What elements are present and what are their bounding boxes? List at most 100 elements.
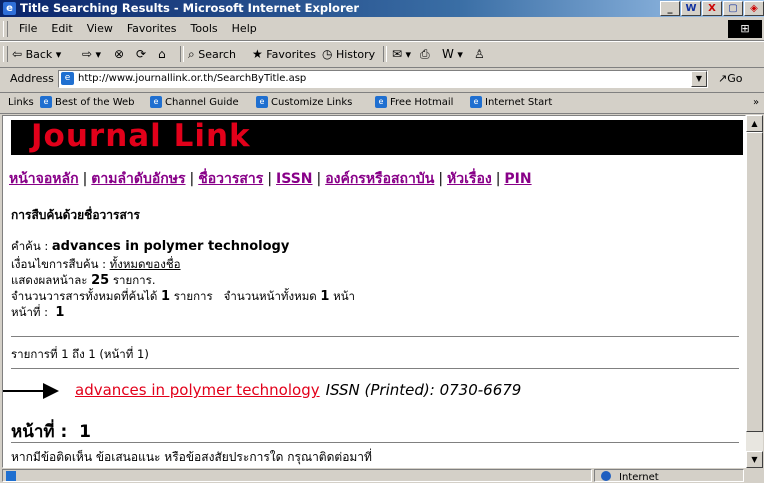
forward-button[interactable]: ⇨ ▾ bbox=[82, 45, 101, 63]
favorites-button[interactable]: ★ Favorites bbox=[252, 45, 316, 63]
title-bar: e Title Searching Results - Microsoft In… bbox=[0, 0, 764, 17]
nav-subject[interactable]: หัวเรื่อง bbox=[447, 171, 492, 187]
refresh-icon: ⟳ bbox=[136, 47, 147, 61]
minimize-button[interactable]: _ bbox=[660, 1, 680, 16]
home-icon: ⌂ bbox=[158, 47, 166, 61]
perpage-value: 25 bbox=[91, 273, 110, 288]
pageno-value: 1 bbox=[55, 305, 65, 320]
ie-app-icon: e bbox=[3, 2, 16, 15]
go-arrow-icon: ↗ bbox=[718, 72, 728, 85]
link-free-hotmail[interactable]: e Free Hotmail bbox=[375, 93, 453, 113]
menu-edit[interactable]: Edit bbox=[51, 18, 72, 40]
link-icon: e bbox=[150, 96, 162, 108]
toolbar-grip[interactable] bbox=[3, 46, 8, 62]
print-button[interactable]: ⎙ bbox=[420, 45, 430, 63]
vertical-scrollbar[interactable]: ▲ ▼ bbox=[746, 115, 763, 468]
back-label: Back bbox=[25, 48, 53, 61]
menu-grip[interactable] bbox=[3, 21, 8, 37]
banner-title: Journal Link bbox=[31, 118, 251, 154]
back-arrow-icon: ⇦ bbox=[12, 47, 23, 61]
divider bbox=[11, 336, 739, 338]
link-icon: e bbox=[470, 96, 482, 108]
messenger-icon: ♙ bbox=[474, 47, 485, 61]
menu-view[interactable]: View bbox=[87, 18, 113, 40]
messenger-button[interactable]: ♙ bbox=[474, 45, 485, 63]
security-zone: Internet bbox=[594, 469, 744, 483]
links-bar: Links e Best of the Web e Channel Guide eC… bbox=[0, 93, 764, 114]
page-icon: e bbox=[61, 72, 74, 85]
link-internet-start[interactable]: e Internet Start bbox=[470, 93, 552, 113]
home-button[interactable]: ⌂ bbox=[158, 45, 166, 63]
site-nav: หน้าจอหลัก | ตามลำดับอักษร | ชื่อวารสาร | ISSN… bbox=[9, 171, 532, 187]
pointer-arrow-icon bbox=[43, 383, 59, 399]
nav-alphabetical[interactable]: ตามลำดับอักษร bbox=[91, 171, 185, 187]
title-buttons: _ W X ▢ ◈ bbox=[660, 1, 764, 16]
divider bbox=[11, 368, 739, 370]
menu-help[interactable]: Help bbox=[232, 18, 257, 40]
address-url[interactable]: http://www.journallink.or.th/SearchByTit… bbox=[78, 73, 306, 84]
menu-tools[interactable]: Tools bbox=[191, 18, 218, 40]
address-input[interactable]: e http://www.journallink.or.th/SearchByTi… bbox=[58, 70, 708, 88]
result-item: advances in polymer technology ISSN (Prin… bbox=[75, 381, 521, 399]
windows-logo-icon: ⊞ bbox=[728, 20, 762, 38]
nav-home[interactable]: หน้าจอหลัก bbox=[9, 171, 79, 187]
search-label: Search bbox=[198, 48, 237, 61]
result-title-link[interactable]: advances in polymer technology bbox=[75, 381, 320, 399]
mail-icon: ✉ bbox=[392, 47, 403, 61]
links-label[interactable]: Links bbox=[8, 93, 34, 113]
word-button[interactable]: W bbox=[681, 1, 701, 16]
refresh-button[interactable]: ⟳ bbox=[136, 45, 146, 63]
search-button[interactable]: ⌕ Search bbox=[188, 45, 236, 63]
scroll-thumb[interactable] bbox=[746, 132, 763, 432]
mail-button[interactable]: ✉ ▾ bbox=[392, 45, 411, 63]
scroll-down-icon[interactable]: ▼ bbox=[746, 451, 763, 468]
link-label: Best of the Web bbox=[55, 97, 135, 108]
result-issn: ISSN (Printed): 0730-6679 bbox=[325, 381, 522, 399]
search-heading: การสืบค้นด้วยชื่อวารสาร bbox=[11, 208, 140, 222]
link-label: Channel Guide bbox=[165, 97, 239, 108]
maximize-button[interactable]: ▢ bbox=[723, 1, 743, 16]
excel-close-button[interactable]: X bbox=[702, 1, 722, 16]
perpage-label: แสดงผลหน้าละ bbox=[11, 273, 92, 287]
favorites-icon: ★ bbox=[252, 47, 263, 61]
edit-button[interactable]: W ▾ bbox=[442, 45, 463, 63]
page-number: หน้าที่ : 1 bbox=[11, 418, 91, 445]
page-content: Journal Link หน้าจอหลัก | ตามลำดับอักษร | ชื… bbox=[2, 115, 746, 468]
app-tray-button[interactable]: ◈ bbox=[744, 1, 764, 16]
status-text bbox=[2, 469, 592, 482]
total-value: 1 bbox=[161, 289, 171, 304]
link-best-of-web[interactable]: e Best of the Web bbox=[40, 93, 135, 113]
address-label: Address bbox=[10, 72, 54, 85]
internet-zone-icon bbox=[601, 471, 611, 481]
contact-text: หากมีข้อติดเห็น ข้อเสนอแนะ หรือข้อสงสัยป… bbox=[11, 450, 372, 464]
stop-icon: ⊗ bbox=[114, 47, 125, 61]
link-channel-guide[interactable]: e Channel Guide bbox=[150, 93, 239, 113]
nav-issn[interactable]: ISSN bbox=[276, 171, 312, 187]
link-customize-links[interactable]: e Customize Links bbox=[256, 93, 352, 113]
query-label: คำค้น : bbox=[11, 239, 52, 253]
address-dropdown-icon[interactable]: ▼ bbox=[691, 71, 707, 87]
pagenum-label: หน้าที่ : bbox=[11, 422, 80, 442]
stop-button[interactable]: ⊗ bbox=[114, 45, 124, 63]
go-label: Go bbox=[727, 72, 743, 85]
scroll-up-icon[interactable]: ▲ bbox=[746, 115, 763, 132]
pagenum-value: 1 bbox=[79, 422, 91, 442]
menu-bar: File Edit View Favorites Tools Help ⊞ bbox=[0, 18, 764, 41]
go-button[interactable]: ↗Go bbox=[718, 72, 742, 85]
back-button[interactable]: ⇦ Back ▾ bbox=[12, 45, 61, 63]
nav-pin[interactable]: PIN bbox=[504, 171, 531, 187]
toolbar-separator bbox=[383, 46, 387, 62]
menu-file[interactable]: File bbox=[19, 18, 37, 40]
total-label: จำนวนวารสารทั้งหมดที่ค้นได้ bbox=[11, 289, 161, 303]
nav-organization[interactable]: องค์กรหรือสถาบัน bbox=[325, 171, 434, 187]
links-overflow-icon[interactable]: » bbox=[753, 93, 759, 113]
history-button[interactable]: ◷ History bbox=[322, 45, 375, 63]
divider bbox=[11, 442, 739, 444]
menu-favorites[interactable]: Favorites bbox=[127, 18, 177, 40]
favorites-label: Favorites bbox=[266, 48, 316, 61]
zone-label: Internet bbox=[619, 472, 659, 483]
nav-title[interactable]: ชื่อวารสาร bbox=[198, 171, 263, 187]
link-label: Internet Start bbox=[485, 97, 553, 108]
pointer-arrow-line bbox=[3, 390, 45, 392]
condition-value: ทั้งหมดของชื่อ bbox=[109, 257, 181, 271]
